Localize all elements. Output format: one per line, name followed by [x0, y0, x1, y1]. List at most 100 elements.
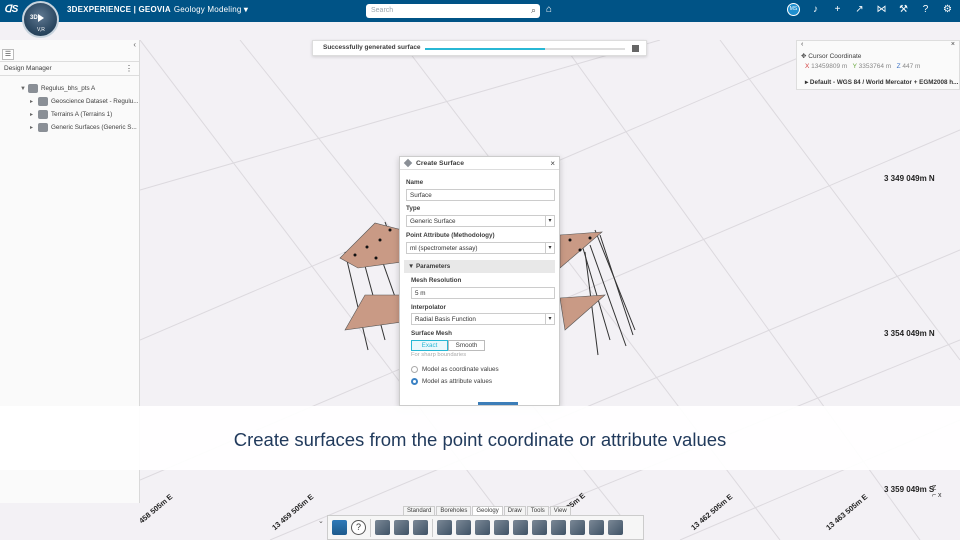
y-value: 3353764 m: [858, 63, 892, 70]
kebab-menu-icon[interactable]: ⋮: [125, 64, 133, 73]
mesh-icon[interactable]: [456, 520, 471, 535]
solid-icon[interactable]: [494, 520, 509, 535]
top-bar: ᗡS 3DEXPERIENCE | GEOVIA Geology Modeling…: [0, 0, 960, 22]
chevron-down-icon[interactable]: ▾: [545, 314, 554, 324]
topbar-actions: MS ♪ + ↗ ⋈ ⚒ ? ⚙: [787, 3, 954, 16]
edit-surface-icon[interactable]: [413, 520, 428, 535]
chevron-down-icon[interactable]: ▾: [545, 216, 554, 226]
crs-selector[interactable]: ▸ Default - WGS 84 / World Mercator + EG…: [805, 79, 958, 86]
surface-icon: [403, 158, 413, 168]
search-icon[interactable]: ⌕: [531, 5, 536, 16]
collapse-icon[interactable]: ‹: [133, 40, 136, 49]
action-bar: ?: [327, 515, 644, 540]
chevron-down-icon[interactable]: ▾: [545, 243, 554, 253]
radio-attribute-values[interactable]: Model as attribute values: [411, 378, 492, 385]
tools-icon[interactable]: ⚒: [897, 4, 910, 15]
help-icon[interactable]: ?: [919, 4, 932, 15]
terrain-icon: [38, 110, 48, 119]
panel-header: Design Manager ⋮: [0, 62, 139, 76]
add-icon[interactable]: +: [831, 4, 844, 15]
tree-item[interactable]: ▼ Regulus_bhs_pts A: [0, 82, 139, 95]
toolbar-separator: [370, 518, 371, 537]
grid-icon[interactable]: [475, 520, 490, 535]
create-geology-icon[interactable]: [375, 520, 390, 535]
type-label: Type: [406, 205, 421, 212]
create-surface-icon[interactable]: [394, 520, 409, 535]
lower-surface-right: [559, 294, 606, 331]
table-icon[interactable]: [570, 520, 585, 535]
help-icon[interactable]: ?: [351, 520, 366, 535]
status-notification: Successfully generated surface: [312, 40, 647, 56]
expand-arrow-icon[interactable]: ▸: [30, 98, 38, 105]
interpolator-value: Radial Basis Function: [415, 316, 476, 323]
mesh-exact-button[interactable]: Exact: [411, 340, 448, 351]
progress-fill: [425, 48, 545, 50]
progress-bar: [425, 48, 625, 50]
notification-text: Successfully generated surface: [323, 44, 421, 51]
search-placeholder: Search: [371, 7, 394, 14]
name-field[interactable]: Surface: [406, 189, 555, 201]
tree-tab-icon[interactable]: ☰: [2, 49, 14, 60]
app-brand[interactable]: 3DEXPERIENCE | GEOVIA Geology Modeling ▾: [67, 5, 248, 14]
tree-item[interactable]: ▸ Generic Surfaces (Generic S...: [0, 121, 139, 134]
compass-icon[interactable]: 3D V,R: [22, 1, 59, 38]
x-label: X: [805, 63, 810, 70]
radio-coordinate-label: Model as coordinate values: [422, 366, 499, 373]
ds-logo-icon: ᗡS: [4, 4, 19, 15]
play-icon: [38, 14, 44, 22]
export-icon[interactable]: [608, 520, 623, 535]
settings-icon[interactable]: ⚙: [941, 4, 954, 15]
brand-label: 3DEXPERIENCE | GEOVIA: [67, 5, 171, 14]
expand-arrow-icon[interactable]: ▸: [30, 124, 38, 131]
type-value: Generic Surface: [410, 218, 456, 225]
parameters-section[interactable]: ▼ Parameters: [404, 260, 555, 273]
tree-item-label: Terrains A (Terrains 1): [51, 111, 113, 118]
expand-arrow-icon[interactable]: ▸: [30, 111, 38, 118]
notifications-icon[interactable]: ♪: [809, 4, 822, 15]
share-icon[interactable]: ↗: [853, 4, 866, 15]
tree-item[interactable]: ▸ Terrains A (Terrains 1): [0, 108, 139, 121]
chevron-down-icon[interactable]: ⌄: [318, 517, 324, 525]
radio-button[interactable]: [411, 378, 418, 385]
pointer-icon[interactable]: [589, 520, 604, 535]
home-icon[interactable]: [332, 520, 347, 535]
mesh-smooth-button[interactable]: Smooth: [448, 340, 485, 351]
crs-label: Default - WGS 84 / World Mercator + EGM2…: [809, 79, 959, 86]
tree-item[interactable]: ▸ Geoscience Dataset - Regulu...: [0, 95, 139, 108]
radio-coordinate-values[interactable]: Model as coordinate values: [411, 366, 499, 373]
cursor-title-label: Cursor Coordinate: [808, 53, 862, 60]
type-select[interactable]: Generic Surface ▾: [406, 215, 555, 227]
avatar[interactable]: MS: [787, 3, 800, 16]
cursor-coords: X 13459809 m Y 3353764 m Z 447 m: [805, 63, 920, 70]
close-icon[interactable]: ×: [550, 159, 555, 168]
dialog-title: Create Surface: [416, 160, 464, 167]
close-icon[interactable]: ×: [951, 41, 955, 48]
lower-surface-left: [344, 294, 403, 331]
collapse-icon[interactable]: ‹: [801, 41, 803, 48]
stop-button[interactable]: [632, 45, 639, 52]
interpolator-select[interactable]: Radial Basis Function ▾: [411, 313, 555, 325]
surface-mesh-toggle: Exact Smooth: [411, 340, 485, 351]
network-icon[interactable]: ⋈: [875, 4, 888, 15]
section-icon[interactable]: [532, 520, 547, 535]
point-attribute-value: ml (spectrometer assay): [410, 245, 478, 252]
ok-button[interactable]: [478, 402, 518, 405]
toolbar-separator: [432, 518, 433, 537]
radio-attribute-label: Model as attribute values: [422, 378, 493, 385]
block-icon[interactable]: [513, 520, 528, 535]
radio-button[interactable]: [411, 366, 418, 373]
axes-gizmo-icon[interactable]: Z ⌐ x: [932, 485, 942, 499]
point-attribute-select[interactable]: ml (spectrometer assay) ▾: [406, 242, 555, 254]
points-icon[interactable]: [437, 520, 452, 535]
app-name-label: Geology Modeling: [173, 5, 242, 14]
mesh-resolution-field[interactable]: 5 m: [411, 287, 555, 299]
tag-icon[interactable]: ⌂: [546, 4, 552, 15]
search-input[interactable]: Search ⌕: [366, 4, 540, 18]
tree-item-label: Generic Surfaces (Generic S...: [51, 124, 137, 131]
name-value: Surface: [410, 192, 432, 199]
network-icon[interactable]: [551, 520, 566, 535]
create-surface-dialog: Create Surface × Name Surface Type Gener…: [399, 156, 560, 406]
dataset-icon: [28, 84, 38, 93]
expand-arrow-icon[interactable]: ▼: [20, 86, 28, 92]
design-tree: ▼ Regulus_bhs_pts A ▸ Geoscience Dataset -…: [0, 76, 139, 134]
